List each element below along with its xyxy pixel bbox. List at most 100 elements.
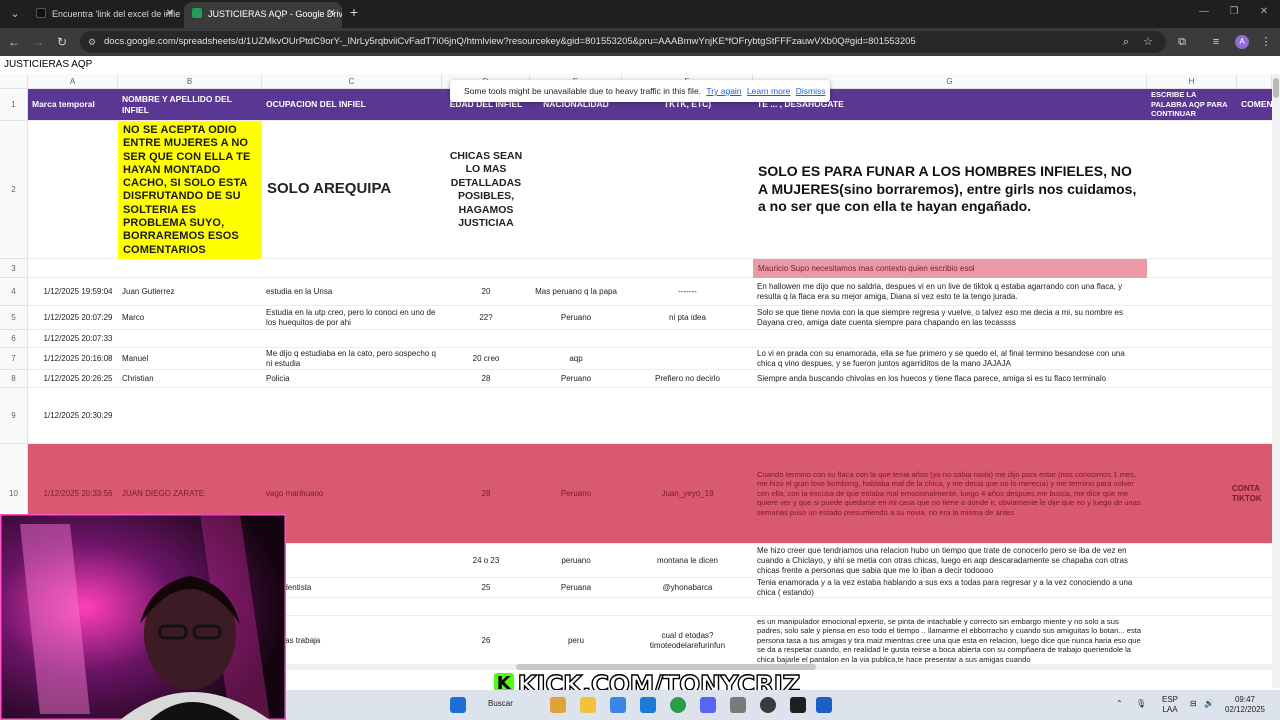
story-cell[interactable]: Me hizo creer que tendriamos una relacio… [753,544,1147,577]
occupation-cell[interactable]: Me dijo q estudiaba en la cato, pero sos… [262,348,442,369]
language-indicator[interactable]: ESP LAA [1160,695,1180,715]
social-cell[interactable]: montana le dicen [622,544,753,577]
timestamp-cell[interactable]: 1/12/2025 20:07:33 [28,330,128,347]
close-icon[interactable]: ✕ [328,2,336,26]
site-info-icon[interactable]: ⚙ [88,31,96,53]
comment-cell[interactable]: CONTA TIKTOK [1228,444,1272,543]
nationality-cell[interactable]: Peruano [530,370,622,387]
forward-icon[interactable]: → [30,34,46,50]
rules-note-cell[interactable]: NO SE ACEPTA ODIO ENTRE MUJERES A NO SER… [118,121,262,259]
occupation-cell[interactable]: ...justas trabaja [262,616,442,665]
age-cell[interactable]: 22? [442,306,530,329]
occupation-cell[interactable]: ...litar [262,544,442,577]
age-cell[interactable]: 28 [442,370,530,387]
occupation-cell[interactable]: ...co dentista [262,578,442,597]
row-header-2[interactable]: 2 [0,121,28,259]
timestamp-cell[interactable]: 1/12/2025 20:16:08 [28,348,128,369]
name-cell[interactable]: Manuel [118,348,262,369]
minimize-icon[interactable]: — [1196,6,1212,17]
column-header-c[interactable]: C [262,74,442,89]
vertical-scroll-thumb[interactable] [1273,78,1279,98]
story-cell[interactable]: Siempre anda buscando chivolas en los hu… [753,370,1147,387]
back-icon[interactable]: ← [6,34,22,50]
new-tab-button[interactable]: + [346,4,362,20]
extensions-icon[interactable]: ⧉ [1174,34,1190,50]
tray-chevron-icon[interactable]: ⌃ [1116,699,1123,709]
edge-icon[interactable] [640,697,656,713]
header-cell-h[interactable]: ESCRIBE LA PALABRA AQP PARA CONTINUAR [1147,89,1237,120]
header-cell-i[interactable]: COMEN [1237,89,1272,120]
nationality-cell[interactable]: peruano [530,544,622,577]
column-header-h[interactable]: H [1147,74,1237,89]
header-cell-a[interactable]: Marca temporal [28,89,118,120]
name-cell[interactable]: Christian [118,370,262,387]
name-cell[interactable]: Marco [118,306,262,329]
occupation-cell[interactable]: vago marihuano [262,444,442,543]
tab-justicieras[interactable]: JUSTICIERAS AQP - Google Drive ✕ [184,2,342,28]
age-cell[interactable]: 20 creo [442,348,530,369]
story-cell[interactable]: En hallowen me dijo que no saldria, desp… [753,278,1147,305]
file-explorer-icon[interactable] [580,697,596,713]
nationality-cell[interactable]: Peruano [530,444,622,543]
age-cell[interactable]: 25 [442,578,530,597]
social-cell[interactable]: Juan_yeyo_19 [622,444,753,543]
media-icon[interactable]: ≡ [1208,34,1224,50]
terminal-icon[interactable] [790,697,806,713]
timestamp-cell[interactable]: 1/12/2025 20:26:25 [28,370,128,387]
age-cell[interactable]: 20 [442,278,530,305]
address-bar[interactable]: ⚙ docs.google.com/spreadsheets/d/1UZMkvO… [80,31,1166,53]
name-cell[interactable]: Juan Gutierrez [118,278,262,305]
story-cell[interactable]: Cuando termino con su flaca con la que t… [753,444,1147,543]
bookmark-star-icon[interactable]: ☆ [1140,34,1156,50]
occupation-cell[interactable]: Policia [262,370,442,387]
row-header-6[interactable]: 6 [0,330,28,348]
vertical-scrollbar[interactable] [1272,74,1280,688]
tab-search-chevron-icon[interactable]: ⌄ [6,5,24,23]
age-cell[interactable]: 28 [442,444,530,543]
row-header-1[interactable]: 1 [0,89,28,121]
copilot-icon[interactable] [550,697,566,713]
instruction-cell[interactable]: CHICAS SEAN LO MAS DETALLADAS POSIBLES, … [442,150,530,230]
social-cell[interactable]: Prefiero no decirlo [622,370,753,387]
timestamp-cell[interactable]: 1/12/2025 19:59:04 [28,278,128,305]
row-header-7[interactable]: 7 [0,348,28,370]
app-icon[interactable] [730,697,746,713]
social-cell[interactable]: cual d etodas? timoteodelarefurinfun [622,616,753,665]
header-cell-c[interactable]: OCUPACION DEL INFIEL [262,89,442,120]
clock[interactable]: 09:47 02/12/2025 [1220,695,1270,715]
story-cell[interactable]: Solo se que tiene novia con la que siemp… [753,306,1147,329]
active-app-icon[interactable] [816,697,832,713]
nationality-cell[interactable]: Peruano [530,306,622,329]
nationality-cell[interactable]: Peruana [530,578,622,597]
age-cell[interactable]: 26 [442,616,530,665]
story-cell[interactable]: es un manipulador emocional epxerto, se … [753,616,1147,665]
timestamp-cell[interactable]: 1/12/2025 20:30:29 [28,388,128,443]
story-cell[interactable]: Tenia enamorada y a la vez estaba hablan… [753,578,1147,597]
microphone-icon[interactable]: 🎙 [1136,699,1146,709]
row-header-9[interactable]: 9 [0,388,28,444]
reload-icon[interactable]: ↻ [54,34,70,50]
social-cell[interactable] [622,348,753,369]
profile-avatar[interactable]: A [1235,35,1249,49]
start-icon[interactable] [450,697,466,713]
row-header-4[interactable]: 4 [0,278,28,306]
obs-icon[interactable] [760,697,776,713]
close-icon[interactable]: ✕ [166,2,174,26]
nationality-cell[interactable]: peru [530,616,622,665]
timestamp-cell[interactable]: 1/12/2025 20:07:29 [28,306,128,329]
column-header-b[interactable]: B [118,74,262,89]
row-header-5[interactable]: 5 [0,306,28,330]
volume-icon[interactable]: 🔊 [1204,699,1214,709]
occupation-cell[interactable]: Estudia en la utp creo, pero lo conoci e… [262,306,442,329]
network-icon[interactable]: ⊟ [1190,699,1197,709]
story-cell[interactable]: Lo vi en prada con su enamorada, ella se… [753,348,1147,369]
row-header-8[interactable]: 8 [0,370,28,388]
dismiss-link[interactable]: Dismiss [796,86,826,96]
nationality-cell[interactable]: Mas peruano q la papa [530,278,622,305]
nationality-cell[interactable]: aqp [530,348,622,369]
learn-more-link[interactable]: Learn more [747,86,790,96]
maximize-icon[interactable]: ❐ [1226,6,1242,17]
column-header-i[interactable] [1237,74,1272,89]
row-header-3[interactable]: 3 [0,259,28,278]
social-cell[interactable]: @yhonabarca [622,578,753,597]
